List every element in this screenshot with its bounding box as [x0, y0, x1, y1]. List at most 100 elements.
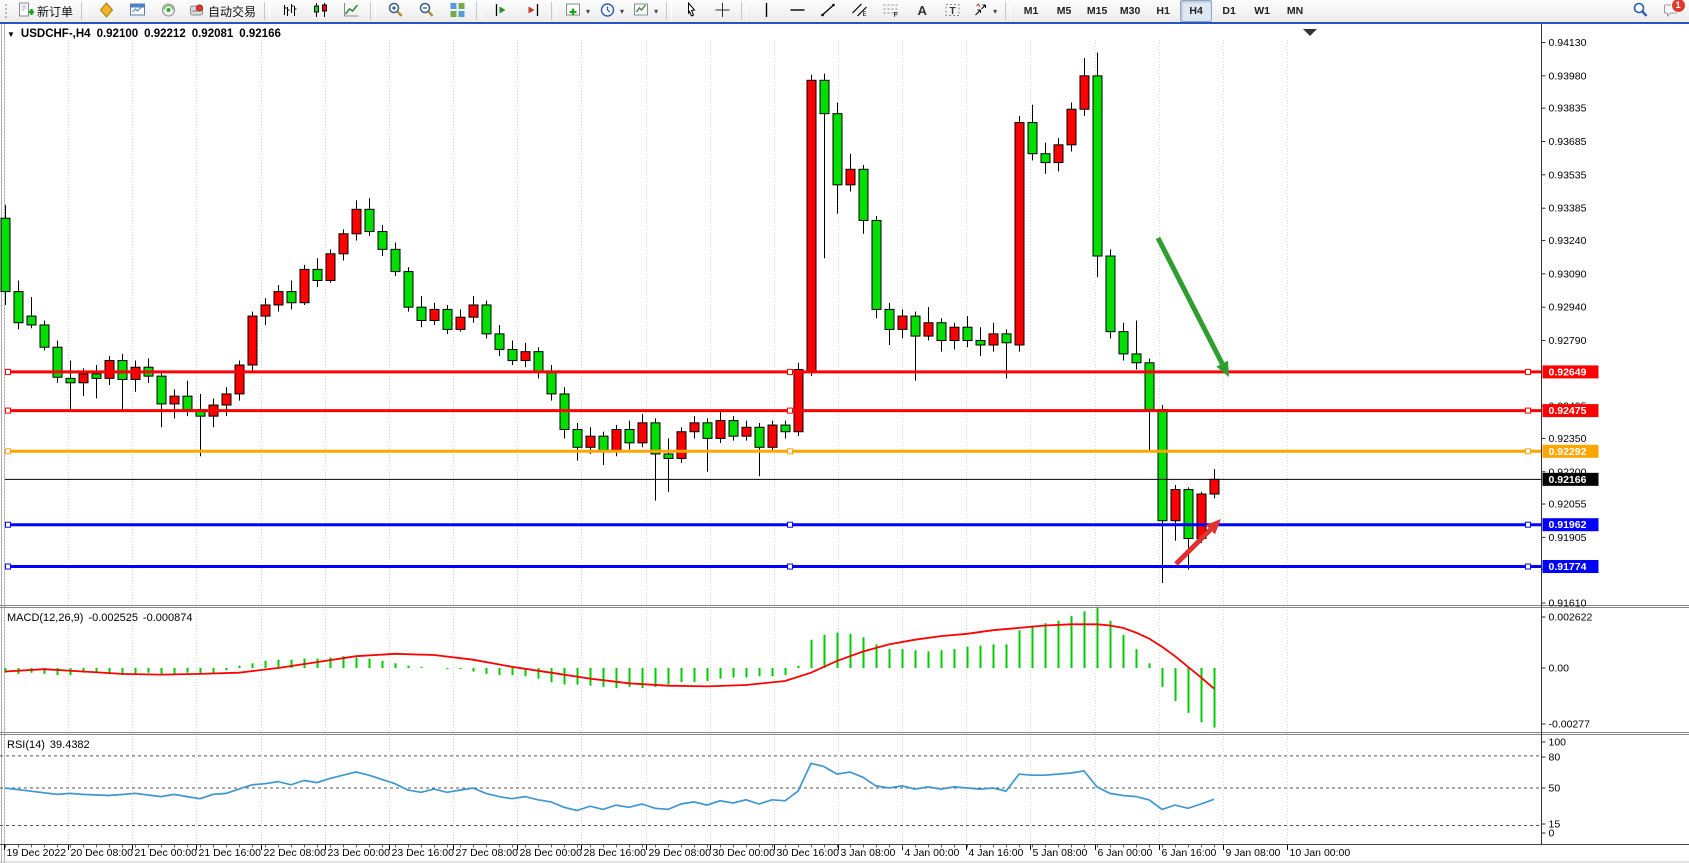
indicators-icon [565, 2, 582, 21]
hline-anchor[interactable] [1526, 408, 1531, 413]
candlestick-chart-button[interactable] [305, 0, 335, 22]
line-chart-icon [343, 2, 360, 21]
hline-anchor[interactable] [1526, 449, 1531, 454]
market-watch-button[interactable] [122, 0, 152, 22]
timeframe-m15-button[interactable]: M15 [1081, 0, 1113, 22]
candle-body [638, 423, 647, 443]
button-label: M30 [1120, 5, 1140, 17]
chart-shift-button[interactable] [517, 0, 547, 22]
candle-body [1093, 76, 1102, 256]
indicators-button[interactable]: ▾ [561, 0, 594, 22]
chart-window[interactable]: 19 Dec 202220 Dec 08:0021 Dec 00:0021 De… [0, 22, 1689, 863]
time-label: 6 Jan 00:00 [1098, 847, 1153, 859]
candle-body [950, 327, 959, 340]
time-label: 23 Dec 16:00 [392, 847, 455, 859]
candle-body [469, 305, 478, 317]
text-label-button[interactable]: T [937, 0, 967, 22]
crosshair-button[interactable] [707, 0, 737, 22]
signals-button[interactable] [153, 0, 183, 22]
periods-button[interactable]: ▾ [595, 0, 628, 22]
equidistant-channel-button[interactable]: E [844, 0, 874, 22]
timeframe-h1-button[interactable]: H1 [1147, 0, 1179, 22]
auto-scroll-button[interactable] [486, 0, 516, 22]
hline-anchor[interactable] [788, 369, 793, 374]
zoom-in-button[interactable] [380, 0, 410, 22]
candle-body [378, 232, 387, 250]
candle-body [1158, 409, 1167, 520]
fibonacci-button[interactable]: F [875, 0, 905, 22]
timeframe-d1-button[interactable]: D1 [1213, 0, 1245, 22]
tile-windows-button[interactable] [442, 0, 472, 22]
hline-anchor[interactable] [6, 564, 11, 569]
line-chart-button[interactable] [336, 0, 366, 22]
zoom-out-icon [418, 2, 435, 21]
hline-anchor[interactable] [1526, 522, 1531, 527]
candle-body [66, 378, 75, 382]
vertical-line-button[interactable] [751, 0, 781, 22]
candle-body [690, 423, 699, 432]
timeframe-h4-button[interactable]: H4 [1180, 0, 1212, 22]
candle-body [1002, 334, 1011, 343]
cursor-button[interactable] [676, 0, 706, 22]
notifications-button[interactable]: 1 [1656, 0, 1686, 22]
chevron-down-icon[interactable]: ▾ [586, 7, 590, 16]
chevron-down-icon[interactable]: ▾ [620, 7, 624, 16]
alerts-button[interactable] [91, 0, 121, 22]
macd-value: -0.002525 [88, 612, 138, 624]
price-label-text: 0.92292 [1549, 446, 1587, 458]
hline-anchor[interactable] [788, 522, 793, 527]
new-order-button[interactable]: 新订单 [13, 0, 77, 22]
auto-trading-button[interactable]: 自动交易 [184, 0, 260, 22]
hline-anchor[interactable] [6, 369, 11, 374]
candle-body [833, 114, 842, 185]
arrows-button[interactable]: ▾ [968, 0, 1001, 22]
timeframe-w1-button[interactable]: W1 [1246, 0, 1278, 22]
candle-body [456, 317, 465, 329]
timeframe-m5-button[interactable]: M5 [1048, 0, 1080, 22]
candle-body [625, 430, 634, 443]
hline-anchor[interactable] [1526, 564, 1531, 569]
chevron-down-icon[interactable]: ▾ [993, 7, 997, 16]
text-button[interactable]: A [906, 0, 936, 22]
timeframe-mn-button[interactable]: MN [1279, 0, 1311, 22]
candle-body [755, 427, 764, 447]
toolbar-separator [370, 2, 376, 20]
candle-body [157, 376, 166, 404]
candle-body [183, 396, 192, 409]
time-label: 10 Jan 00:00 [1290, 847, 1351, 859]
zoom-out-button[interactable] [411, 0, 441, 22]
auto-trading-icon [188, 2, 205, 21]
trendline-button[interactable] [813, 0, 843, 22]
hline-anchor[interactable] [6, 408, 11, 413]
templates-icon [633, 2, 650, 21]
chart-low: 0.92081 [192, 28, 234, 40]
hline-anchor[interactable] [6, 522, 11, 527]
hline-anchor[interactable] [788, 449, 793, 454]
toolbar-separator [264, 2, 270, 20]
hline-anchor[interactable] [788, 408, 793, 413]
hline-anchor[interactable] [788, 564, 793, 569]
button-label: H4 [1189, 5, 1202, 17]
horizontal-line-button[interactable] [782, 0, 812, 22]
candle-body [729, 421, 738, 437]
chart-title-dropdown-icon[interactable]: ▼ [7, 30, 15, 39]
time-label: 29 Dec 08:00 [649, 847, 712, 859]
timeframe-m1-button[interactable]: M1 [1015, 0, 1047, 22]
chevron-down-icon[interactable]: ▾ [654, 7, 658, 16]
price-tick-label: 0.92790 [1549, 335, 1587, 347]
candle-body [1132, 354, 1141, 363]
bar-chart-button[interactable] [274, 0, 304, 22]
search-button[interactable] [1625, 0, 1655, 22]
candle-body [40, 325, 49, 347]
chart-surface[interactable]: 19 Dec 202220 Dec 08:0021 Dec 00:0021 De… [0, 24, 1689, 863]
hline-anchor[interactable] [6, 449, 11, 454]
time-label: 4 Jan 00:00 [905, 847, 960, 859]
templates-button[interactable]: ▾ [629, 0, 662, 22]
candle-body [430, 309, 439, 320]
hline-anchor[interactable] [1526, 369, 1531, 374]
timeframe-m30-button[interactable]: M30 [1114, 0, 1146, 22]
crosshair-icon [714, 2, 731, 21]
candle-body [989, 334, 998, 345]
candle-body [365, 209, 374, 231]
time-axis[interactable]: 19 Dec 202220 Dec 08:0021 Dec 00:0021 De… [5, 845, 1351, 860]
